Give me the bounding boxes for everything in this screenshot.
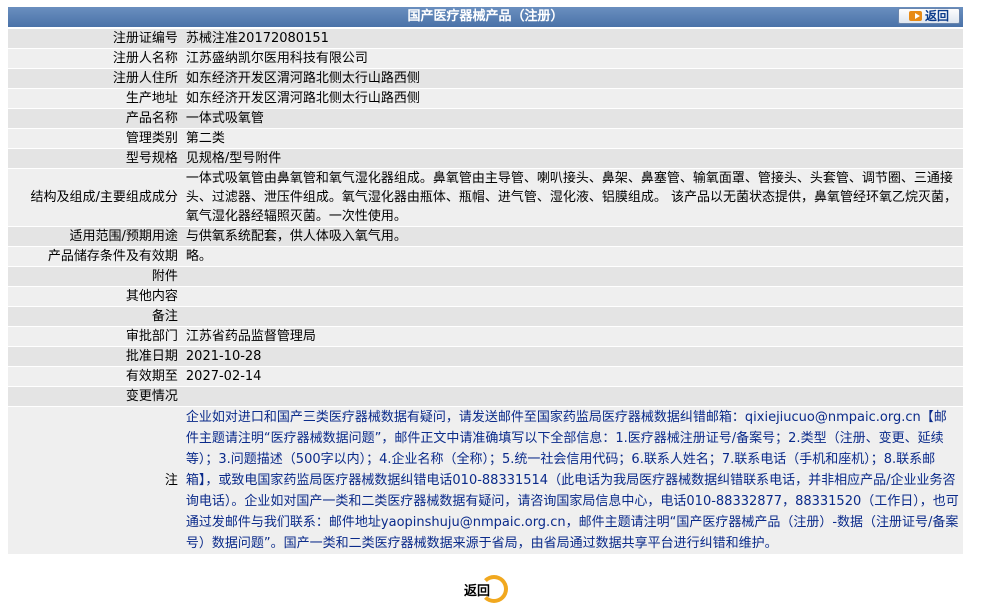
table-row: 附件 xyxy=(8,267,963,286)
table-row: 注册证编号 苏械注准20172080151 xyxy=(8,29,963,48)
table-row: 产品储存条件及有效期 略。 xyxy=(8,247,963,266)
field-value: 略。 xyxy=(181,247,963,266)
field-label: 产品储存条件及有效期 xyxy=(8,247,182,266)
field-label: 结构及组成/主要组成成分 xyxy=(8,169,182,226)
field-value xyxy=(181,307,963,326)
field-value: 苏械注准20172080151 xyxy=(181,29,963,48)
table-row: 其他内容 xyxy=(8,287,963,306)
field-label: 注册证编号 xyxy=(8,29,182,48)
table-row: 管理类别 第二类 xyxy=(8,129,963,148)
field-value: 第二类 xyxy=(181,129,963,148)
field-label: 有效期至 xyxy=(8,367,182,386)
note-text: 企业如对进口和国产三类医疗器械数据有疑问，请发送邮件至国家药监局医疗器械数据纠错… xyxy=(181,407,963,554)
field-label: 其他内容 xyxy=(8,287,182,306)
field-value: 见规格/型号附件 xyxy=(181,149,963,168)
footer-back-label: 返回 xyxy=(464,584,491,599)
back-button-label: 返回 xyxy=(924,9,949,23)
table-row: 批准日期 2021-10-28 xyxy=(8,347,963,366)
field-value: 如东经济开发区渭河路北侧太行山路西侧 xyxy=(181,89,963,108)
field-label: 注册人名称 xyxy=(8,49,182,68)
back-button-bottom[interactable]: 返回 xyxy=(462,573,514,603)
field-value: 一体式吸氧管 xyxy=(181,109,963,128)
table-row: 变更情况 xyxy=(8,387,963,406)
back-arrow-icon xyxy=(908,11,922,21)
field-label: 附件 xyxy=(8,267,182,286)
page-header: 国产医疗器械产品（注册） 返回 xyxy=(8,7,963,27)
field-label: 生产地址 xyxy=(8,89,182,108)
back-button-top[interactable]: 返回 xyxy=(898,8,960,24)
field-label: 变更情况 xyxy=(8,387,182,406)
table-row: 备注 xyxy=(8,307,963,326)
field-label: 备注 xyxy=(8,307,182,326)
field-value xyxy=(181,287,963,306)
field-label: 批准日期 xyxy=(8,347,182,366)
table-row: 产品名称 一体式吸氧管 xyxy=(8,109,963,128)
field-label: 型号规格 xyxy=(8,149,182,168)
page-title: 国产医疗器械产品（注册） xyxy=(407,9,564,24)
field-value: 江苏盛纳凯尔医用科技有限公司 xyxy=(181,49,963,68)
detail-table: 注册证编号 苏械注准20172080151 注册人名称 江苏盛纳凯尔医用科技有限公司注… xyxy=(8,28,963,555)
field-label: 适用范围/预期用途 xyxy=(8,227,182,246)
field-value: 2027-02-14 xyxy=(181,367,963,386)
field-value xyxy=(181,267,963,286)
table-row: 结构及组成/主要组成成分 一体式吸氧管由鼻氧管和氧气湿化器组成。鼻氧管由主导管、喇… xyxy=(8,169,963,226)
table-row: 有效期至 2027-02-14 xyxy=(8,367,963,386)
field-value xyxy=(181,387,963,406)
field-value: 江苏省药品监督管理局 xyxy=(181,327,963,346)
field-label: 产品名称 xyxy=(8,109,182,128)
field-label: 管理类别 xyxy=(8,129,182,148)
table-row: 注册人住所 如东经济开发区渭河路北侧太行山路西侧 xyxy=(8,69,963,88)
field-label: 审批部门 xyxy=(8,327,182,346)
table-row: 生产地址 如东经济开发区渭河路北侧太行山路西侧 xyxy=(8,89,963,108)
table-row: 适用范围/预期用途 与供氧系统配套，供人体吸入氧气用。 xyxy=(8,227,963,246)
note-label: 注 xyxy=(8,407,182,554)
table-row: 型号规格 见规格/型号附件 xyxy=(8,149,963,168)
field-value: 2021-10-28 xyxy=(181,347,963,366)
table-row: 注册人名称 江苏盛纳凯尔医用科技有限公司 xyxy=(8,49,963,68)
table-row: 审批部门 江苏省药品监督管理局 xyxy=(8,327,963,346)
field-value: 与供氧系统配套，供人体吸入氧气用。 xyxy=(181,227,963,246)
field-value: 一体式吸氧管由鼻氧管和氧气湿化器组成。鼻氧管由主导管、喇叭接头、鼻架、鼻塞管、输… xyxy=(181,169,963,226)
note-row: 注企业如对进口和国产三类医疗器械数据有疑问，请发送邮件至国家药监局医疗器械数据纠… xyxy=(8,407,963,554)
field-label: 注册人住所 xyxy=(8,69,182,88)
page: 国产医疗器械产品（注册） 返回 注册证编号 苏械注准20172080151 注册人名… xyxy=(0,0,1002,603)
field-value: 如东经济开发区渭河路北侧太行山路西侧 xyxy=(181,69,963,88)
